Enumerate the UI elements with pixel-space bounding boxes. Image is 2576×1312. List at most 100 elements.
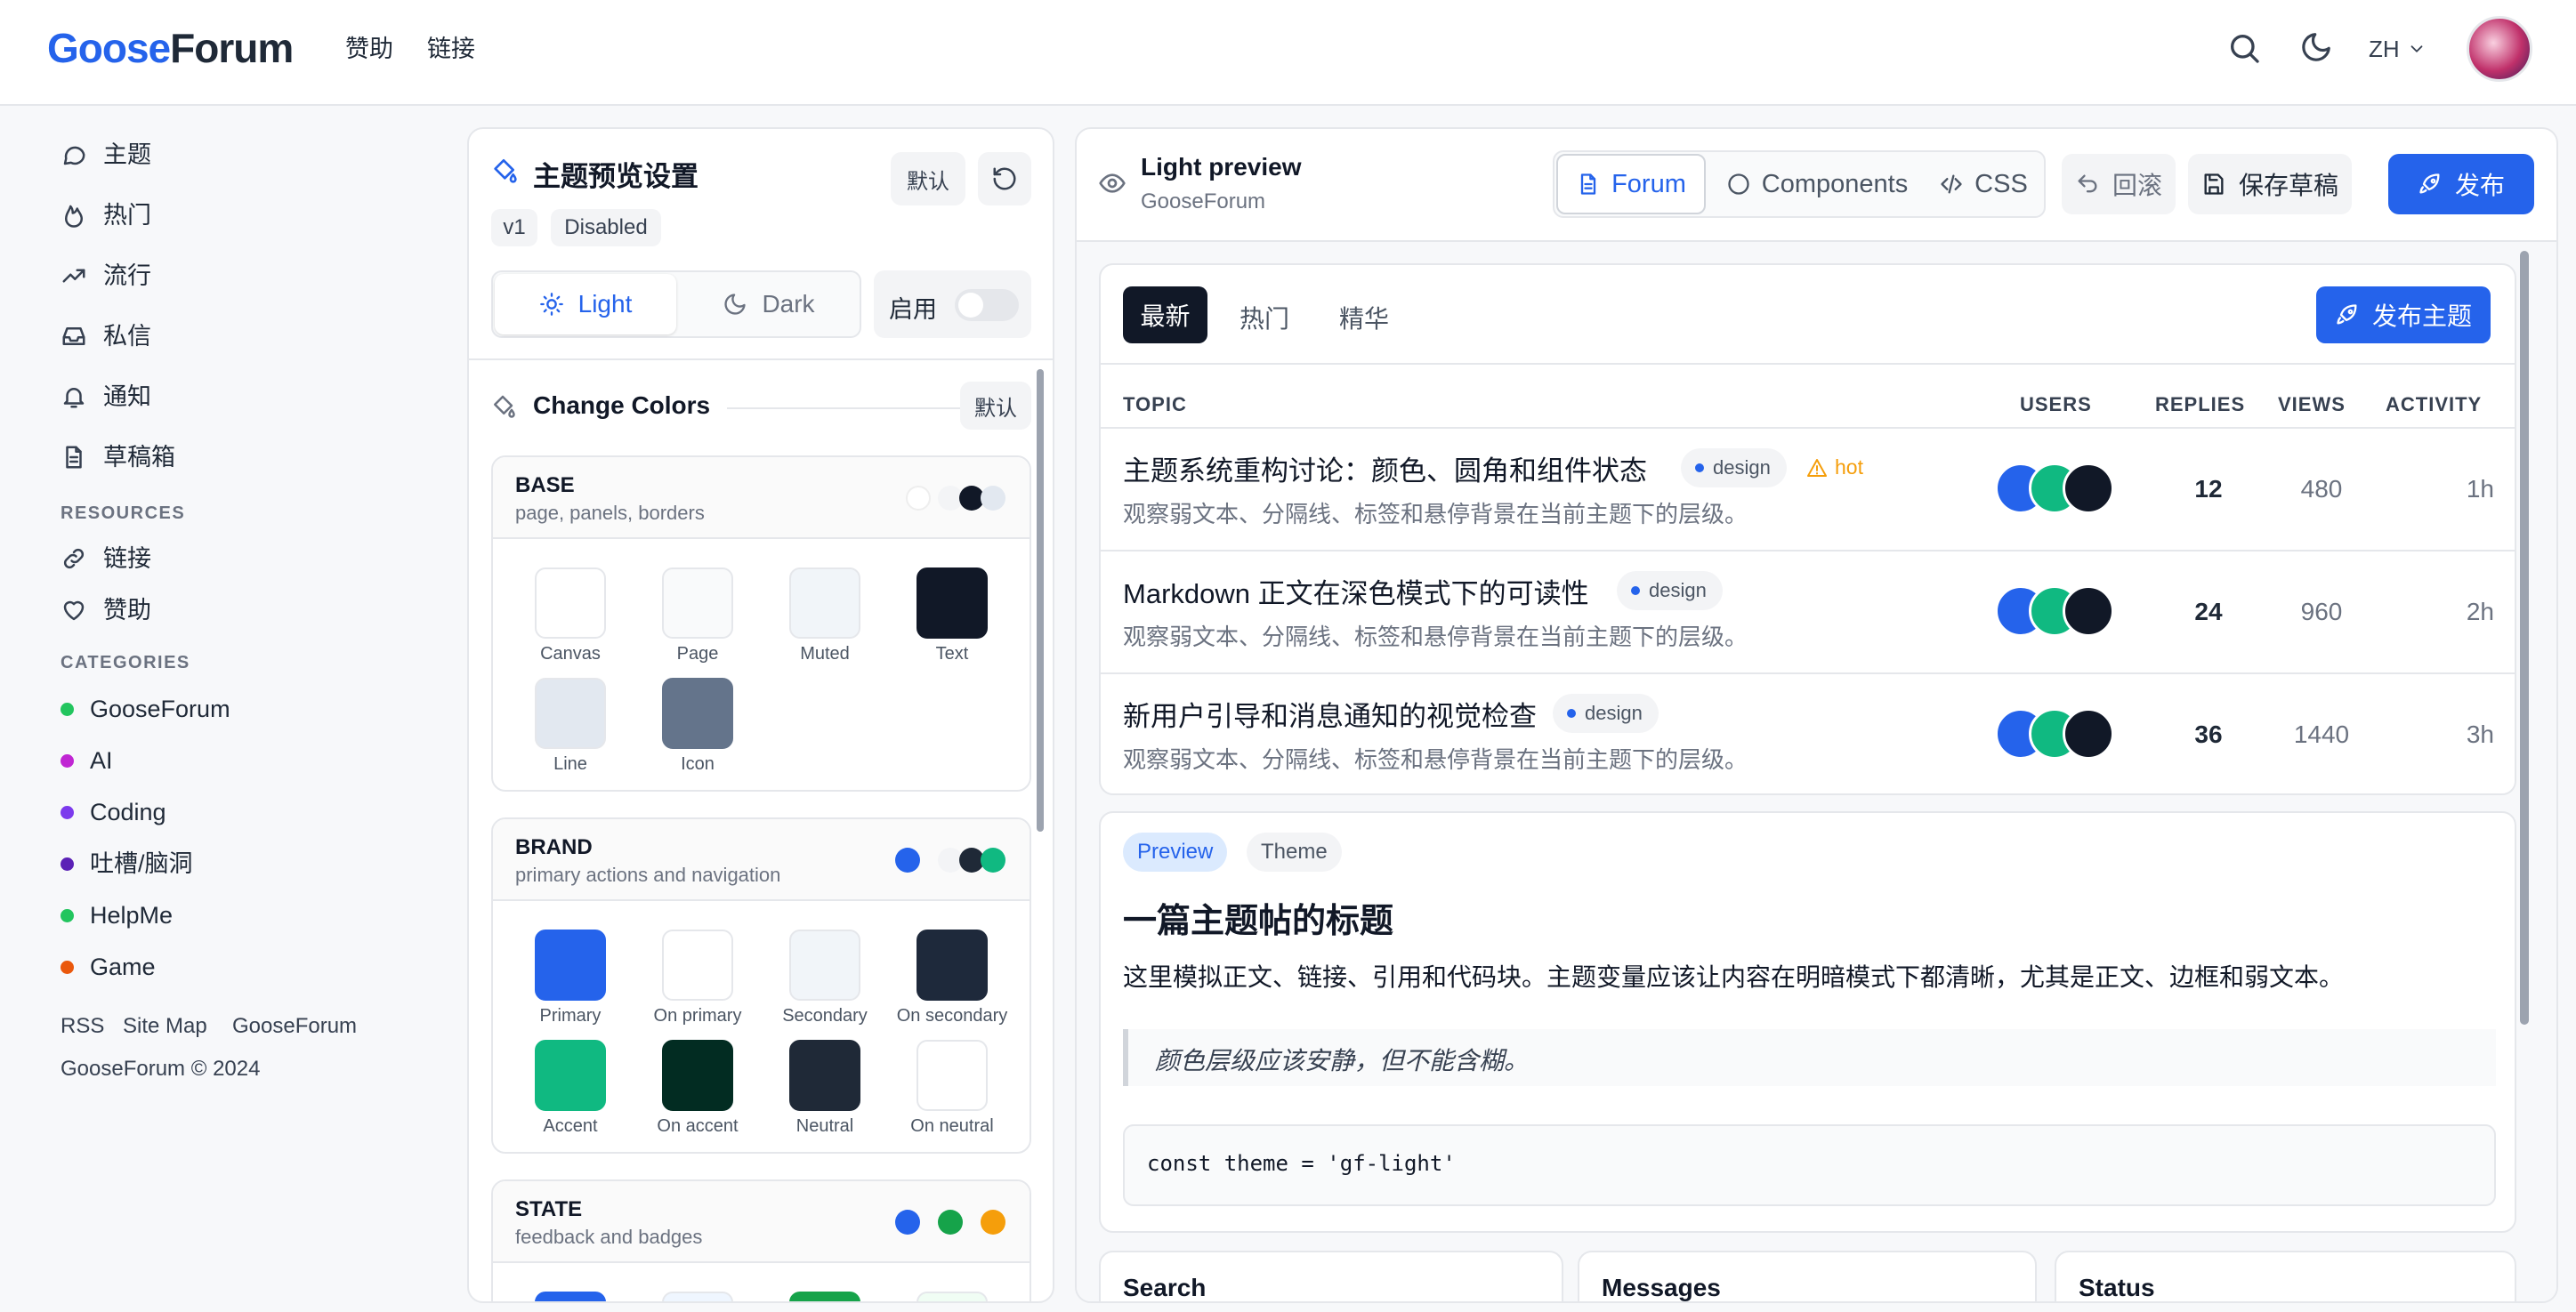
category-helpme[interactable]: HelpMe xyxy=(61,899,173,931)
nav-sponsor[interactable]: 赞助 xyxy=(345,32,393,66)
mode-light-button[interactable]: Light xyxy=(495,274,676,334)
rollback-button[interactable]: 回滚 xyxy=(2062,154,2176,214)
save-icon xyxy=(2201,172,2226,197)
swatch-on-info[interactable] xyxy=(662,1292,733,1301)
preview-body: 最新 热门 精华 发布主题 TOPIC USERS REPLIES VIEWS … xyxy=(1077,240,2556,1301)
footer-link-gooseforum[interactable]: GooseForum xyxy=(232,1012,357,1041)
topic-excerpt: 观察弱文本、分隔线、标签和悬停背景在当前主题下的层级。 xyxy=(1123,501,1748,527)
tab-forum[interactable]: Forum xyxy=(1556,154,1706,214)
mode-dark-button[interactable]: Dark xyxy=(680,274,858,334)
article-preview-card: Preview Theme 一篇主题帖的标题 这里模拟正文、链接、引用和代码块。… xyxy=(1099,811,2516,1233)
topic-title[interactable]: 主题系统重构讨论：颜色、圆角和组件状态 xyxy=(1123,448,1647,488)
topic-title[interactable]: 新用户引导和消息通知的视觉检查 xyxy=(1123,694,1537,734)
swatch-label: Muted xyxy=(800,644,850,664)
swatch-info[interactable] xyxy=(535,1292,606,1301)
reply-count: 24 xyxy=(2194,598,2223,625)
tag-badge: design xyxy=(1553,694,1659,733)
swatch-page[interactable] xyxy=(662,567,733,639)
footer-link-sitemap[interactable]: Site Map xyxy=(123,1012,207,1041)
sidebar-item-drafts[interactable]: 草稿箱 xyxy=(61,441,175,473)
swatch-line[interactable] xyxy=(535,678,606,749)
swatch-label: Primary xyxy=(539,1006,602,1026)
swatch-label: Line xyxy=(553,754,587,774)
rocket-icon xyxy=(2335,302,2360,327)
user-avatar[interactable] xyxy=(2467,16,2532,82)
tag-badge: design xyxy=(1681,448,1787,487)
sidebar-item-links[interactable]: 链接 xyxy=(61,543,151,575)
group-title: BRAND xyxy=(515,835,593,859)
scrollbar[interactable] xyxy=(2520,251,2529,1025)
category-rant[interactable]: 吐槽/脑洞 xyxy=(61,848,193,880)
document-icon xyxy=(61,444,87,471)
user-avatar xyxy=(2063,708,2114,760)
sidebar-item-trending[interactable]: 流行 xyxy=(61,260,151,292)
sidebar-item-messages[interactable]: 私信 xyxy=(61,320,151,352)
card-title: Search xyxy=(1123,1274,1207,1301)
category-game[interactable]: Game xyxy=(61,951,156,983)
document-icon xyxy=(1576,172,1601,197)
color-dot xyxy=(981,848,1005,873)
col-views: VIEWS xyxy=(2278,393,2346,415)
category-gooseforum[interactable]: GooseForum xyxy=(61,693,230,725)
footer-link-rss[interactable]: RSS xyxy=(61,1012,104,1041)
swatch-neutral[interactable] xyxy=(789,1040,860,1111)
article-title: 一篇主题帖的标题 xyxy=(1123,903,1394,940)
swatch-on-primary[interactable] xyxy=(662,930,733,1001)
category-coding[interactable]: Coding xyxy=(61,796,166,828)
tab-components[interactable]: Components xyxy=(1714,154,1920,214)
colors-default-button[interactable]: 默认 xyxy=(960,382,1031,430)
sidebar-item-sponsor[interactable]: 赞助 xyxy=(61,594,151,626)
swatch-secondary[interactable] xyxy=(789,930,860,1001)
swatch-muted[interactable] xyxy=(789,567,860,639)
chevron-down-icon xyxy=(2407,39,2427,59)
language-switcher[interactable]: ZH xyxy=(2369,34,2427,64)
search-icon[interactable] xyxy=(2226,30,2264,68)
swatch-icon[interactable] xyxy=(662,678,733,749)
undo-icon xyxy=(2075,172,2100,197)
swatch-on-neutral[interactable] xyxy=(917,1040,988,1111)
swatch-on-accent[interactable] xyxy=(662,1040,733,1111)
filter-featured[interactable]: 精华 xyxy=(1339,300,1389,335)
enable-switch[interactable] xyxy=(955,289,1019,321)
tab-css[interactable]: CSS xyxy=(1926,154,2040,214)
status-card: Status xyxy=(2055,1251,2516,1301)
swatch-success[interactable] xyxy=(789,1292,860,1301)
swatch-label: Canvas xyxy=(540,644,601,664)
save-draft-button[interactable]: 保存草稿 xyxy=(2188,154,2352,214)
reset-button[interactable] xyxy=(978,152,1031,205)
theme-badge: Theme xyxy=(1247,833,1342,872)
table-row[interactable]: 主题系统重构讨论：颜色、圆角和组件状态 design hot 观察弱文本、分隔线… xyxy=(1101,427,2515,550)
group-title: STATE xyxy=(515,1197,583,1221)
copyright: GooseForum © 2024 xyxy=(61,1057,261,1081)
swatch-on-success[interactable] xyxy=(917,1292,988,1301)
swatch-canvas[interactable] xyxy=(535,567,606,639)
swatch-primary[interactable] xyxy=(535,930,606,1001)
tag-badge: design xyxy=(1617,571,1723,610)
filter-latest[interactable]: 最新 xyxy=(1123,286,1207,343)
category-ai[interactable]: AI xyxy=(61,745,113,777)
site-logo[interactable]: GooseForum xyxy=(47,23,294,73)
sidebar-item-notifications[interactable]: 通知 xyxy=(61,381,151,413)
table-row[interactable]: Markdown 正文在深色模式下的可读性 design 观察弱文本、分隔线、标… xyxy=(1101,550,2515,672)
top-header: GooseForum 赞助 链接 ZH xyxy=(0,0,2576,106)
topic-title[interactable]: Markdown 正文在深色模式下的可读性 xyxy=(1123,571,1589,611)
default-button[interactable]: 默认 xyxy=(891,152,965,205)
warning-icon xyxy=(1806,457,1828,479)
swatch-accent[interactable] xyxy=(535,1040,606,1111)
card-title: Messages xyxy=(1602,1274,1721,1301)
category-dot xyxy=(61,857,74,871)
publish-button[interactable]: 发布 xyxy=(2388,154,2534,214)
table-row[interactable]: 新用户引导和消息通知的视觉检查 design 观察弱文本、分隔线、标签和悬停背景… xyxy=(1101,672,2515,793)
nav-links[interactable]: 链接 xyxy=(427,32,475,66)
scrollbar[interactable] xyxy=(1037,369,1044,832)
activity-time: 1h xyxy=(2466,475,2494,503)
moon-icon[interactable] xyxy=(2299,30,2335,66)
swatch-on-secondary[interactable] xyxy=(917,930,988,1001)
rocket-icon xyxy=(2418,172,2443,197)
filter-hot[interactable]: 热门 xyxy=(1240,300,1289,335)
sidebar-item-hot[interactable]: 热门 xyxy=(61,199,151,231)
card-title: Status xyxy=(2079,1274,2155,1301)
swatch-text[interactable] xyxy=(917,567,988,639)
sidebar-item-topics[interactable]: 主题 xyxy=(61,139,151,171)
new-topic-button[interactable]: 发布主题 xyxy=(2316,286,2491,343)
